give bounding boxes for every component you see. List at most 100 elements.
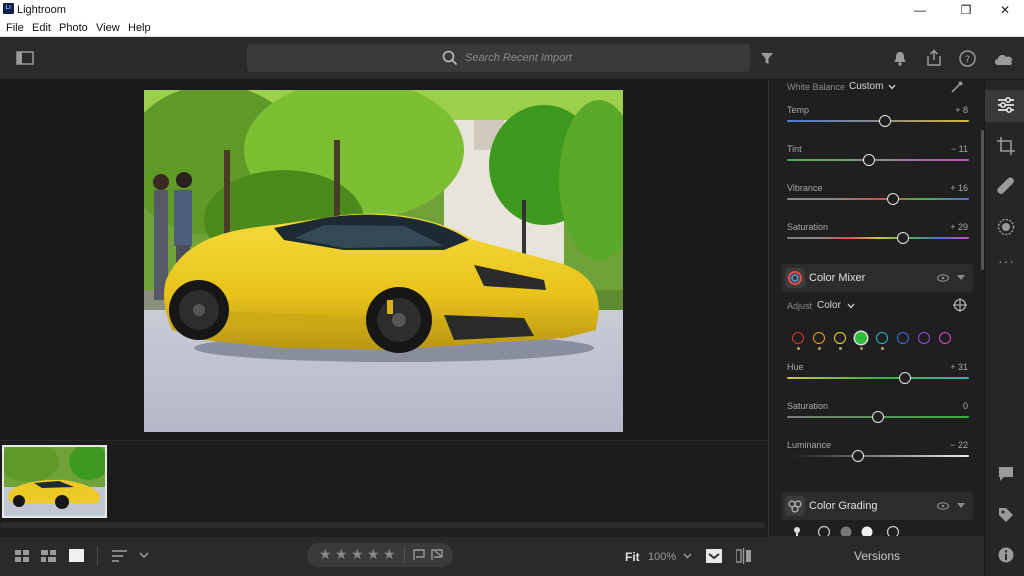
divider [404,547,405,563]
color-mixer-title: Color Mixer [809,272,866,284]
color-swatch[interactable] [813,332,825,344]
flag-reject-icon[interactable] [431,549,443,561]
luminance-slider-track[interactable] [787,455,969,457]
versions-button[interactable]: Versions [768,536,984,576]
cloud-sync-icon[interactable] [993,52,1015,66]
bottom-toolbar: ★ ★ ★ ★ ★ Fit 100% [0,537,768,576]
temp-slider-value[interactable]: + 8 [928,105,968,115]
adjust-select[interactable]: Color [817,300,841,311]
more-options-icon[interactable]: ··· [998,253,1015,269]
color-grading-header[interactable]: Color Grading [781,492,973,520]
detail-view-icon[interactable] [69,549,84,562]
help-icon[interactable]: ? [959,50,976,67]
mixer-saturation-slider-value[interactable]: 0 [928,401,968,411]
filmstrip-thumbnail[interactable] [2,445,107,518]
color-swatch[interactable] [918,332,930,344]
title-bar: Lr Lightroom — ❐ ✕ [0,0,1024,20]
vibrance-slider-value[interactable]: + 16 [928,183,968,193]
mixer-saturation-slider-knob[interactable] [872,411,884,423]
main-photo[interactable] [144,90,623,432]
search-bar[interactable]: Search Recent Import [247,44,750,72]
hue-slider-value[interactable]: + 31 [928,362,968,372]
sort-icon[interactable] [112,550,128,562]
filmstrip-scrollbar[interactable] [0,522,766,528]
edit-panel: White Balance Custom Temp + 8 Tint − 11 Vibr… [768,80,984,536]
hue-slider-track[interactable] [787,377,969,379]
keyword-tag-icon[interactable] [998,507,1014,523]
mixer-saturation-slider-label: Saturation [787,401,829,411]
photo-grid-view-icon[interactable] [41,550,57,563]
star-3-icon[interactable]: ★ [351,546,364,563]
masking-icon[interactable] [997,218,1015,236]
notifications-bell-icon[interactable] [893,51,907,67]
menu-file[interactable]: File [6,22,24,34]
vibrance-slider-label: Vibrance [787,183,823,193]
hue-slider-knob[interactable] [899,372,912,384]
panel-toggle-icon[interactable] [16,51,34,65]
collapse-chevron-icon[interactable] [957,275,965,281]
versions-label: Versions [854,549,901,563]
visibility-eye-icon[interactable] [937,274,949,282]
edit-sliders-icon[interactable] [997,96,1015,114]
color-swatch[interactable] [876,332,888,344]
menu-help[interactable]: Help [128,22,151,34]
sort-chevron-down-icon[interactable] [139,552,149,559]
hue-slider-label: Hue [787,362,804,372]
color-swatch[interactable] [897,332,909,344]
menu-view[interactable]: View [96,22,120,34]
menu-photo[interactable]: Photo [59,22,88,34]
before-after-icon[interactable] [706,549,722,563]
vibrance-slider-knob[interactable] [886,193,899,205]
minimize-button[interactable]: — [905,1,935,19]
visibility-eye-icon[interactable] [937,502,949,510]
top-toolbar: Search Recent Import ? [0,37,1024,80]
color-swatch[interactable] [834,332,846,344]
star-5-icon[interactable]: ★ [383,546,396,563]
maximize-button[interactable]: ❐ [951,1,981,19]
color-swatch[interactable] [939,332,951,344]
white-balance-chevron-icon[interactable] [888,84,896,90]
menu-edit[interactable]: Edit [32,22,51,34]
collapse-chevron-icon[interactable] [957,503,965,509]
temp-slider-knob[interactable] [879,115,892,127]
share-icon[interactable] [926,49,942,67]
healing-bandage-icon[interactable] [997,177,1015,195]
color-grading-modes[interactable] [791,524,901,536]
zoom-fit-button[interactable]: Fit [625,550,640,564]
target-adjust-icon[interactable] [953,298,967,312]
saturation-slider-knob[interactable] [897,232,910,244]
color-swatch[interactable] [792,332,804,344]
menu-bar: File Edit Photo View Help [0,20,1024,37]
white-balance-select[interactable]: Custom [849,81,883,92]
color-grading-title: Color Grading [809,500,878,512]
zoom-chevron-down-icon[interactable] [683,553,692,559]
svg-text:?: ? [965,55,970,66]
flag-pick-icon[interactable] [413,549,425,561]
luminance-slider-value[interactable]: − 22 [928,440,968,450]
tint-slider-knob[interactable] [862,154,875,166]
comments-icon[interactable] [998,466,1014,482]
search-input[interactable]: Search Recent Import [465,52,572,64]
close-button[interactable]: ✕ [990,1,1020,19]
star-1-icon[interactable]: ★ [319,546,332,563]
saturation-slider-value[interactable]: + 29 [928,222,968,232]
filter-icon[interactable] [760,52,774,65]
compare-view-icon[interactable] [736,548,751,564]
vibrance-slider-track[interactable] [787,198,969,200]
color-mixer-header[interactable]: Color Mixer [781,264,973,292]
star-2-icon[interactable]: ★ [335,546,348,563]
info-icon[interactable] [998,547,1014,563]
square-grid-view-icon[interactable] [15,550,30,563]
zoom-level[interactable]: 100% [648,551,676,563]
saturation-slider-track[interactable] [787,237,969,239]
color-swatch[interactable] [855,332,867,344]
temp-slider-track[interactable] [787,120,969,122]
crop-icon[interactable] [997,137,1015,155]
star-4-icon[interactable]: ★ [367,546,380,563]
eyedropper-icon[interactable] [951,81,963,93]
luminance-slider-knob[interactable] [851,450,864,462]
tint-slider-track[interactable] [787,159,969,161]
tint-slider-value[interactable]: − 11 [928,144,968,154]
adjust-chevron-icon[interactable] [847,303,855,309]
star-rating: ★ ★ ★ ★ ★ [307,543,453,567]
